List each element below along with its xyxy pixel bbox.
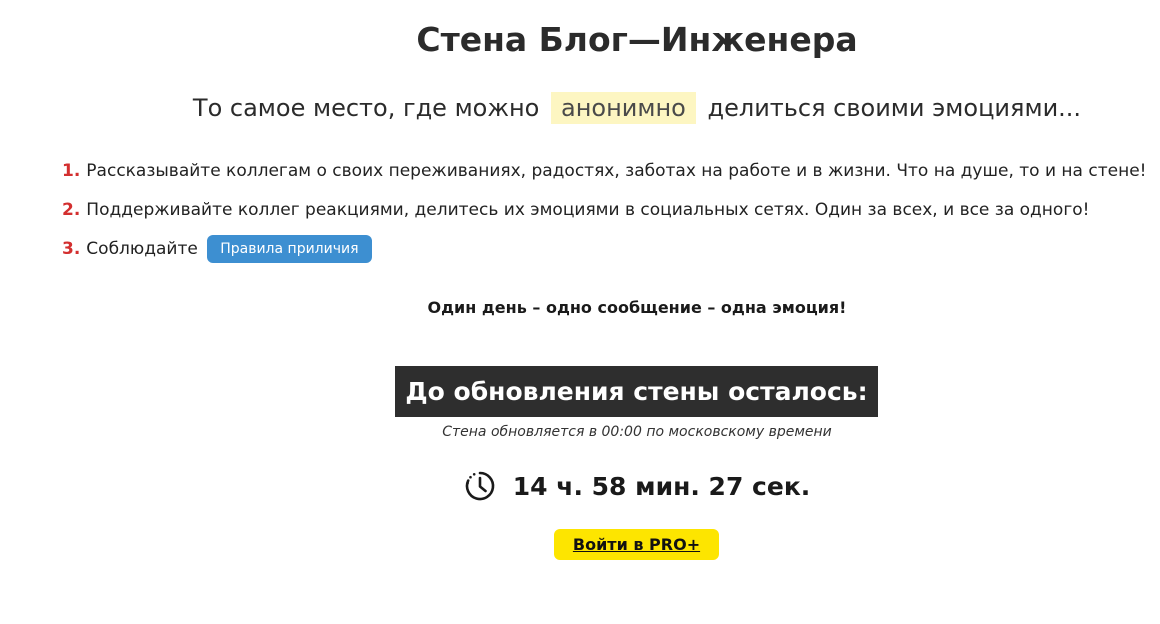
subtitle-text-before: То самое место, где можно	[192, 94, 540, 122]
rule-text: Рассказывайте коллегам о своих переживан…	[86, 161, 1147, 181]
rule-text: Поддерживайте коллег реакциями, делитесь…	[86, 200, 1090, 220]
subtitle-text-after: делиться своими эмоциями...	[707, 94, 1082, 122]
login-pro-button[interactable]: Войти в PRO+	[554, 529, 719, 560]
countdown-heading: До обновления стены осталось:	[395, 366, 878, 417]
rule-number: 2.	[62, 200, 81, 220]
decency-rules-button[interactable]: Правила приличия	[207, 235, 372, 263]
rule-item: 2. Поддерживайте коллег реакциями, делите…	[62, 195, 1146, 234]
subtitle: То самое место, где можно анонимно делит…	[0, 92, 1160, 124]
motto: Один день – одно сообщение – одна эмоция…	[427, 298, 847, 317]
page-title: Стена Блог—Инженера	[416, 20, 858, 59]
timer-row: 14 ч. 58 мин. 27 сек.	[0, 470, 1160, 502]
rule-number: 3.	[62, 239, 81, 259]
subtitle-highlight: анонимно	[551, 92, 696, 124]
countdown-timer: 14 ч. 58 мин. 27 сек.	[512, 471, 811, 501]
rule-item: 1. Рассказывайте коллегам о своих пережив…	[62, 156, 1146, 195]
clock-icon	[464, 470, 496, 502]
countdown-note: Стена обновляется в 00:00 по московскому…	[442, 424, 832, 440]
rule-text: Соблюдайте	[86, 239, 198, 259]
rules-list: 1. Рассказывайте коллегам о своих пережив…	[62, 156, 1146, 273]
rule-number: 1.	[62, 161, 81, 181]
rule-item: 3. Соблюдайте Правила приличия	[62, 234, 1146, 273]
